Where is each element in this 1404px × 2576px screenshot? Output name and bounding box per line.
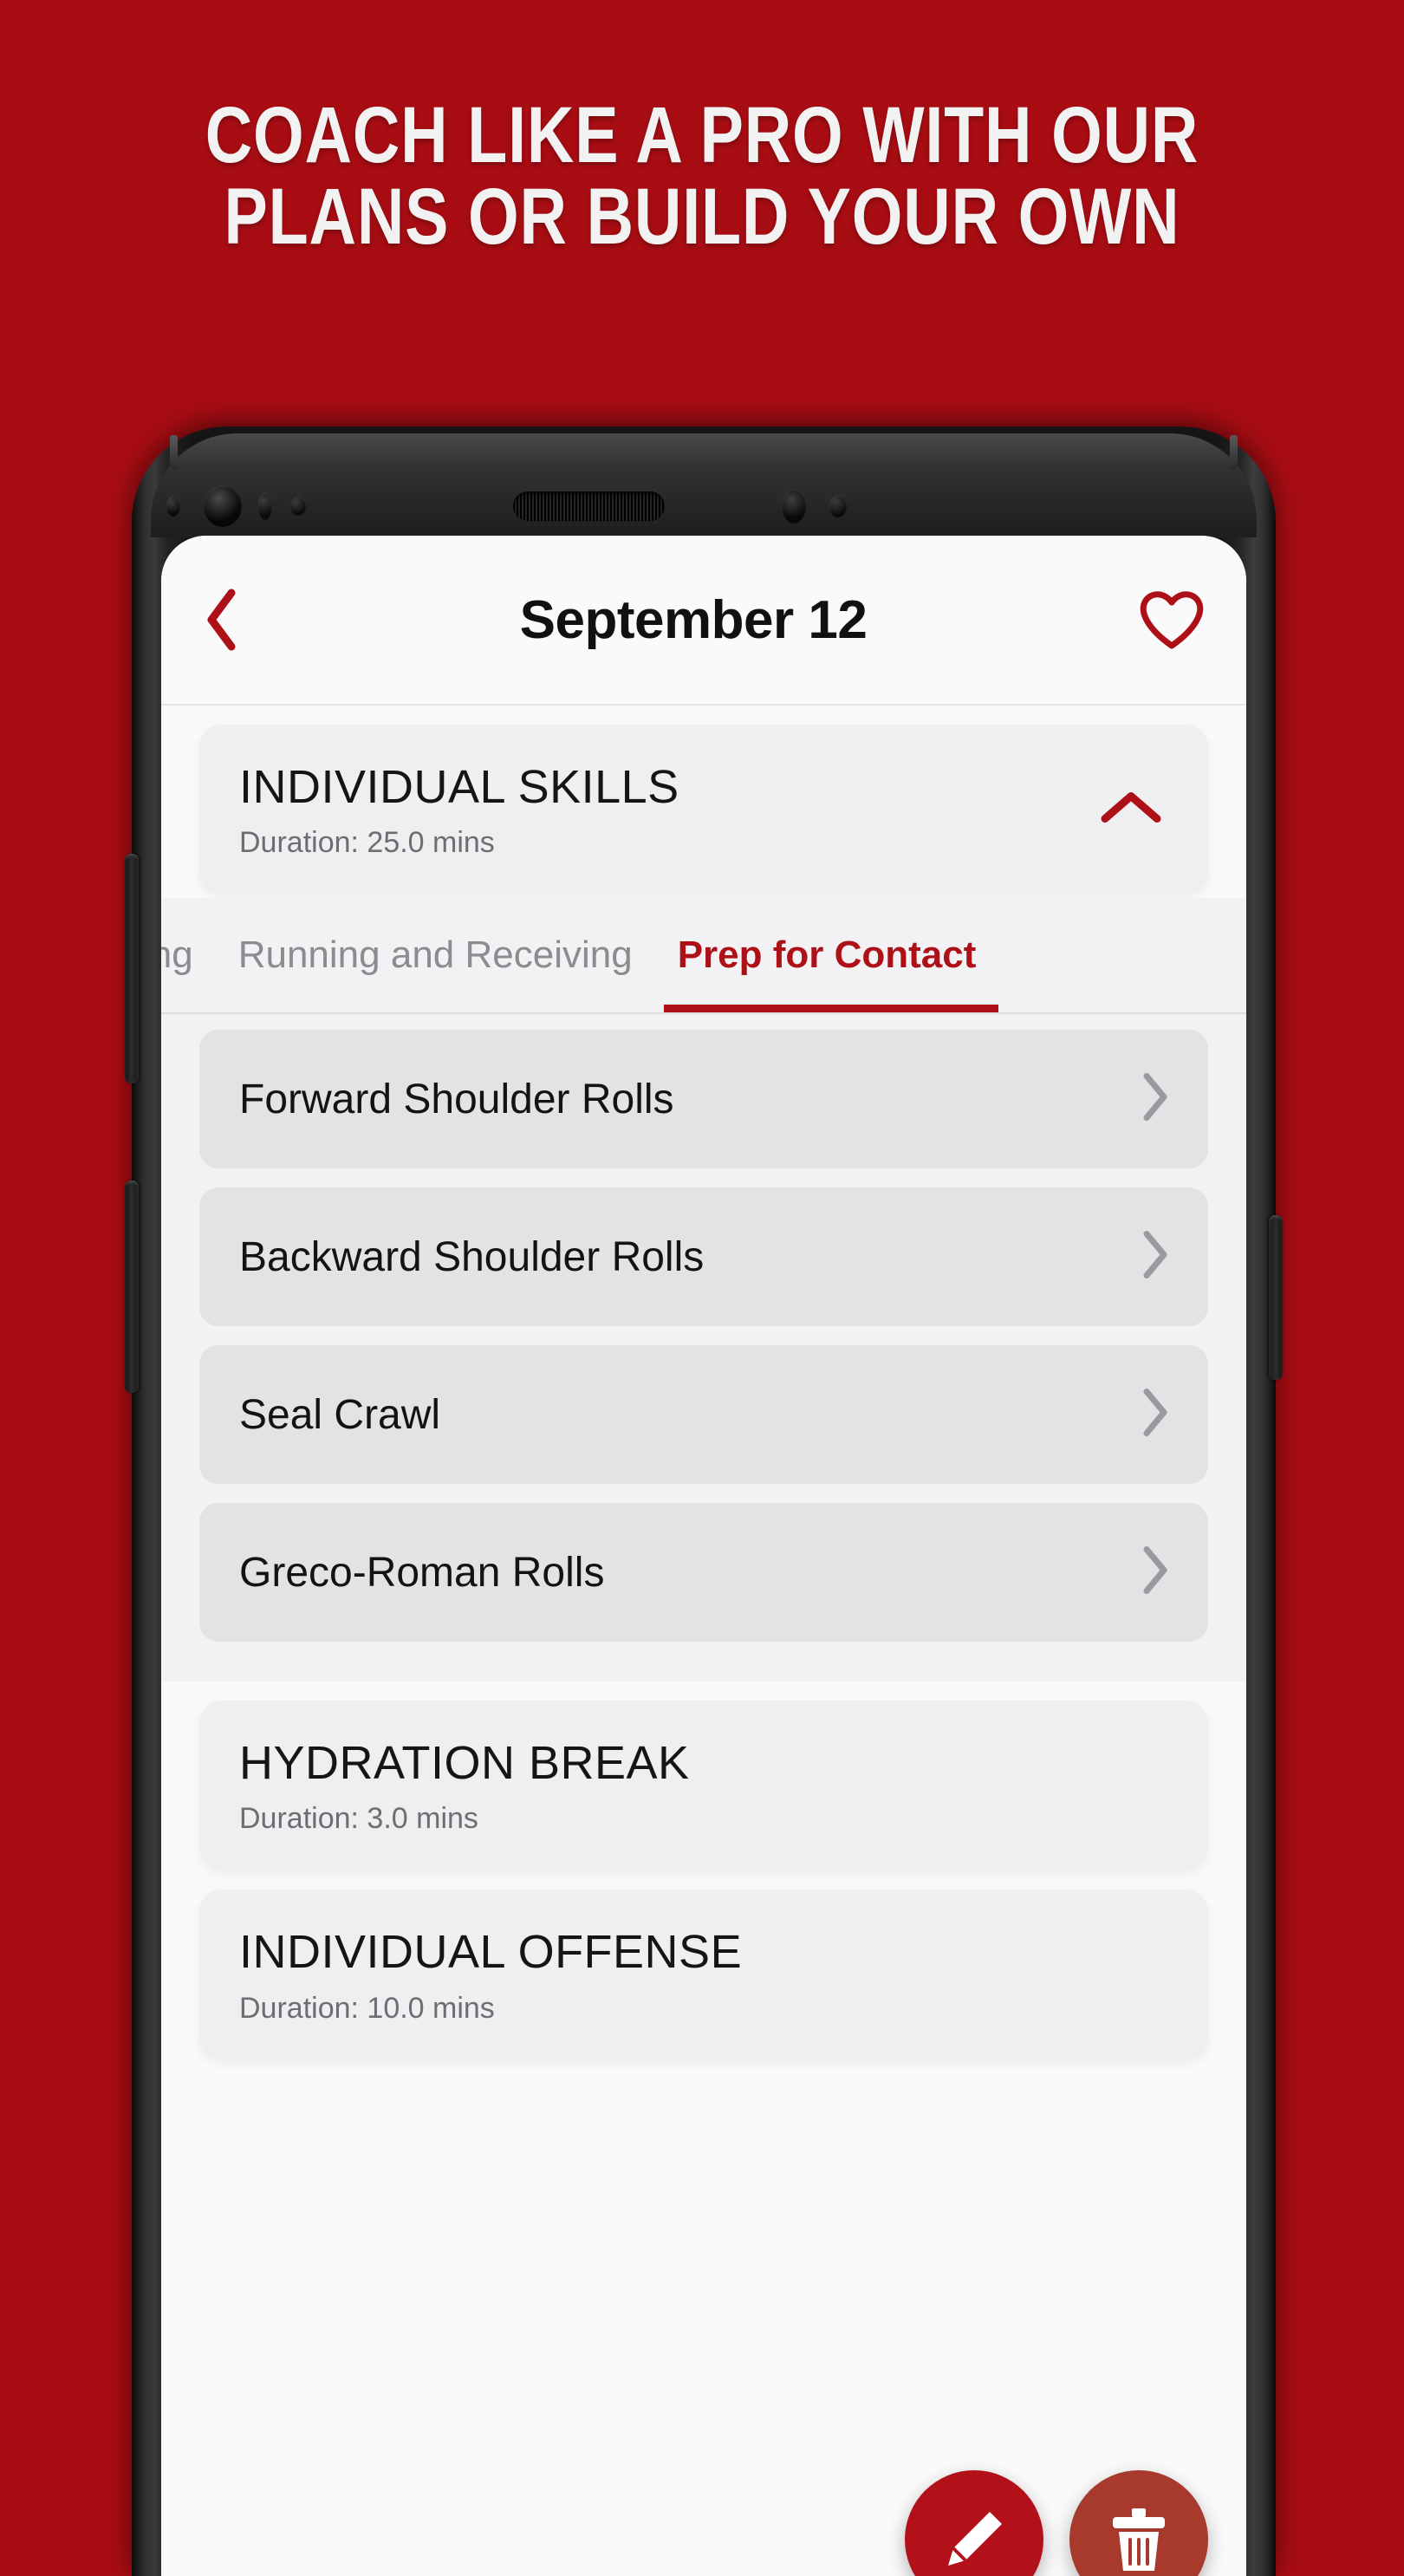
drill-name: Greco-Roman Rolls [239,1549,605,1596]
app-header: September 12 [161,536,1246,706]
favorite-button[interactable] [1135,586,1205,654]
drill-name: Forward Shoulder Rolls [239,1076,674,1122]
phone-mockup: September 12 INDIVIDUAL SKILLS Duration:… [125,426,1283,2576]
led-indicator-icon [829,495,847,517]
list-item[interactable]: Seal Crawl [199,1345,1208,1485]
section-header-hydration-break[interactable]: HYDRATION BREAK Duration: 3.0 mins [199,1701,1208,1871]
tab-running-and-receiving[interactable]: Running and Receiving [216,898,655,1012]
phone-screen: September 12 INDIVIDUAL SKILLS Duration:… [161,536,1246,2576]
chevron-left-icon [207,589,236,651]
delete-fab[interactable] [1069,2470,1208,2576]
assistant-button[interactable] [125,1181,139,1393]
promo-headline: COACH LIKE A PRO WITH OUR PLANS OR BUILD… [205,91,1199,261]
chevron-right-icon [1141,1230,1170,1285]
drill-category-tabs[interactable]: ssing Running and Receiving Prep for Con… [161,898,1246,1015]
antenna-line-right [1230,435,1238,470]
heart-outline-icon [1140,591,1204,649]
tab-label: Running and Receiving [237,933,633,977]
section-collapse-toggle[interactable] [1099,789,1163,831]
chevron-right-icon [1141,1388,1170,1442]
back-button[interactable] [203,586,251,654]
chevron-right-icon [1141,1072,1170,1127]
chevron-up-icon [1101,792,1161,823]
section-duration: Duration: 3.0 mins [239,1802,478,1836]
page-title: September 12 [519,589,868,650]
drill-name: Backward Shoulder Rolls [239,1233,705,1280]
section-duration: Duration: 10.0 mins [239,1991,495,2025]
antenna-line-left [170,435,178,470]
front-camera-icon [204,485,242,527]
tab-label: ssing [161,933,193,977]
drill-name: Seal Crawl [239,1391,441,1438]
trash-icon [1113,2508,1165,2571]
list-item[interactable]: Backward Shoulder Rolls [199,1187,1208,1327]
section-header-individual-skills[interactable]: INDIVIDUAL SKILLS Duration: 25.0 mins [199,725,1208,895]
volume-button[interactable] [125,854,139,1083]
section-title: HYDRATION BREAK [239,1737,690,1790]
tab-passing[interactable]: ssing [161,898,216,1012]
secondary-sensor-icon [782,489,806,524]
section-header-individual-offense[interactable]: INDIVIDUAL OFFENSE Duration: 10.0 mins [199,1890,1208,2060]
list-item[interactable]: Forward Shoulder Rolls [199,1030,1208,1169]
iris-scanner-icon [258,492,272,520]
chevron-right-icon [1141,1545,1170,1600]
drill-list: Forward Shoulder Rolls Backward Shoulder… [161,1014,1246,1682]
earpiece-speaker-icon [513,491,665,521]
edit-fab[interactable] [905,2470,1043,2576]
section-duration: Duration: 25.0 mins [239,826,495,860]
light-sensor-icon [290,497,306,516]
power-button[interactable] [1269,1215,1283,1380]
plan-scroll-area[interactable]: INDIVIDUAL SKILLS Duration: 25.0 mins ss… [161,706,1246,2576]
pencil-icon [948,2512,1002,2566]
proximity-sensor-icon [166,496,180,517]
tab-prep-for-contact[interactable]: Prep for Contact [655,898,999,1013]
section-title: INDIVIDUAL SKILLS [239,761,679,813]
list-item[interactable]: Greco-Roman Rolls [199,1503,1208,1643]
tab-label: Prep for Contact [677,933,977,977]
sensor-row [132,484,1276,527]
section-title: INDIVIDUAL OFFENSE [239,1926,743,1979]
